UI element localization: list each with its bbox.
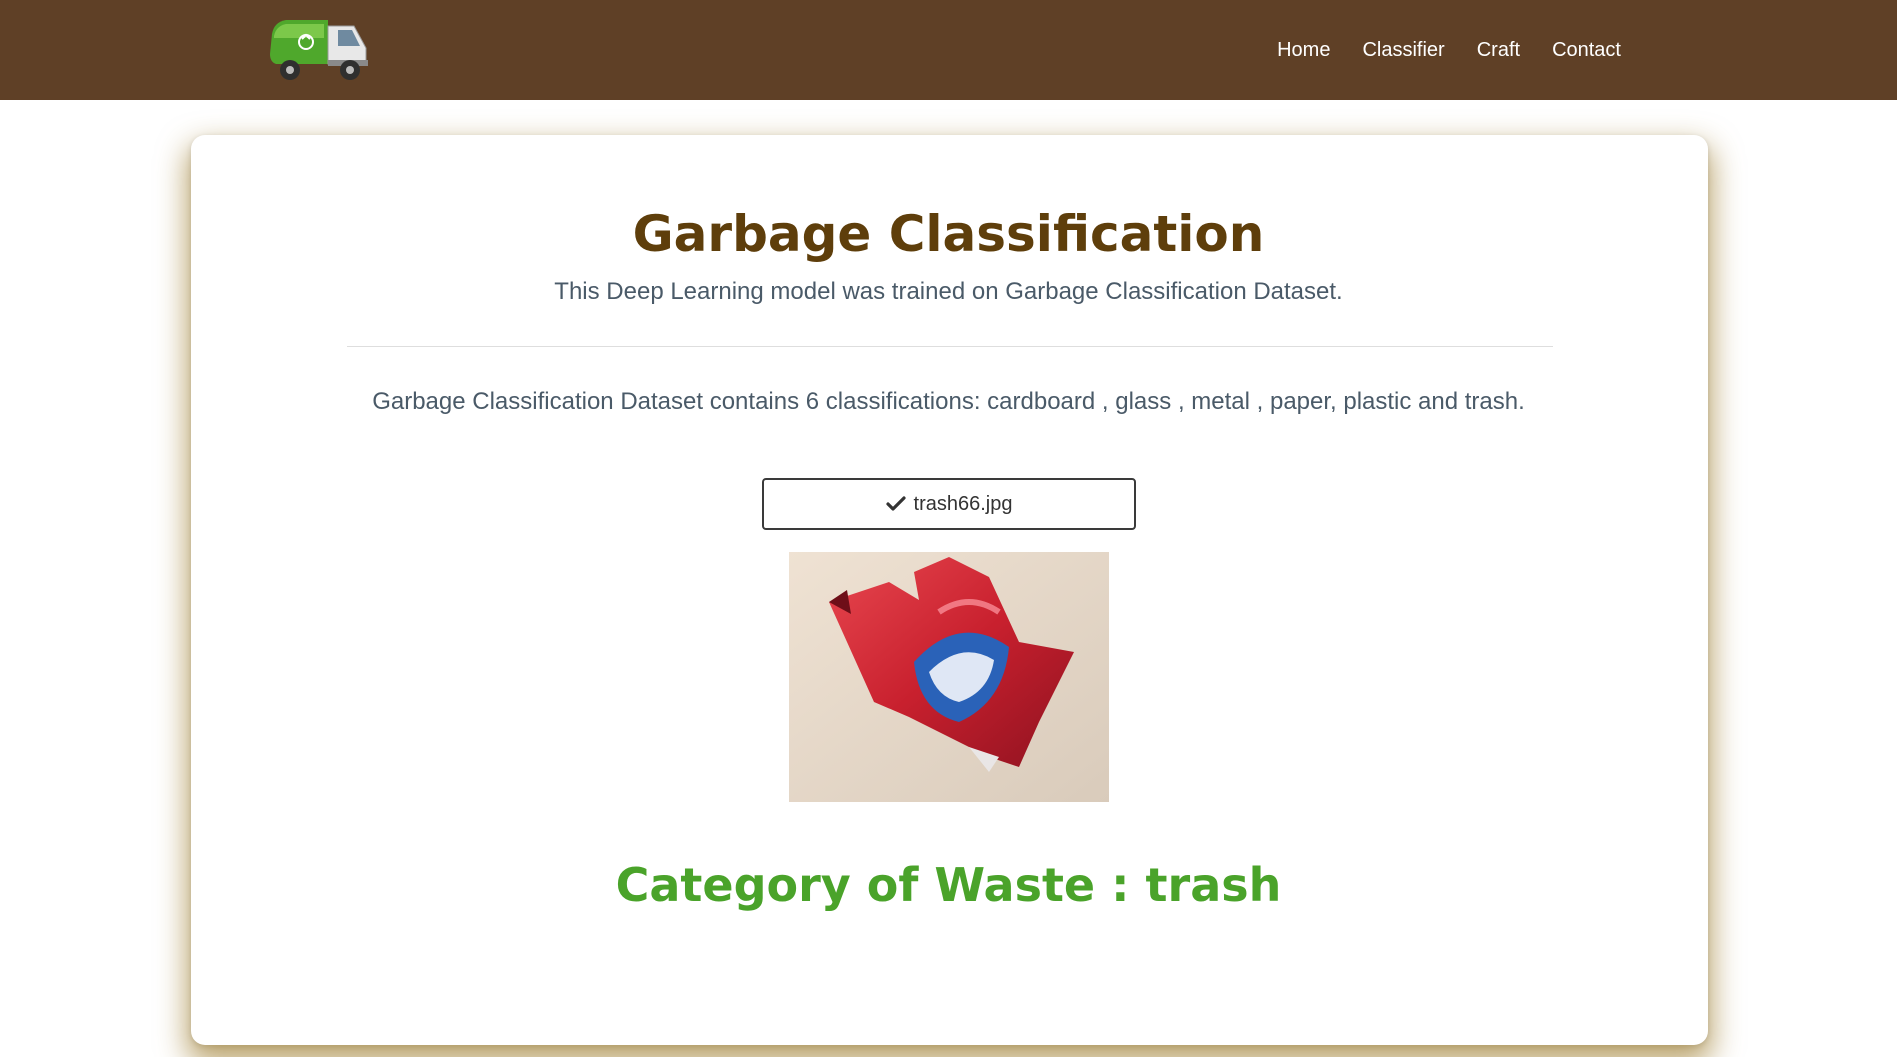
classification-result: Category of Waste : trash — [615, 858, 1282, 912]
file-upload-button[interactable]: trash66.jpg — [762, 478, 1136, 530]
nav-link-home[interactable]: Home — [1277, 39, 1330, 62]
nav-link-contact[interactable]: Contact — [1552, 39, 1621, 62]
uploaded-image-preview — [789, 552, 1109, 802]
nav-link-classifier[interactable]: Classifier — [1362, 39, 1444, 62]
divider — [347, 346, 1553, 347]
file-name: trash66.jpg — [913, 492, 1013, 515]
nav-link-craft[interactable]: Craft — [1477, 39, 1520, 62]
garbage-truck-icon[interactable] — [266, 14, 370, 84]
navbar: Home Classifier Craft Contact — [0, 0, 1897, 100]
page-subtitle: This Deep Learning model was trained on … — [554, 278, 1343, 305]
nav-links: Home Classifier Craft Contact — [1277, 0, 1621, 100]
page-title: Garbage Classification — [632, 205, 1265, 263]
dataset-description: Garbage Classification Dataset contains … — [372, 388, 1525, 415]
checkmark-icon — [885, 495, 906, 513]
